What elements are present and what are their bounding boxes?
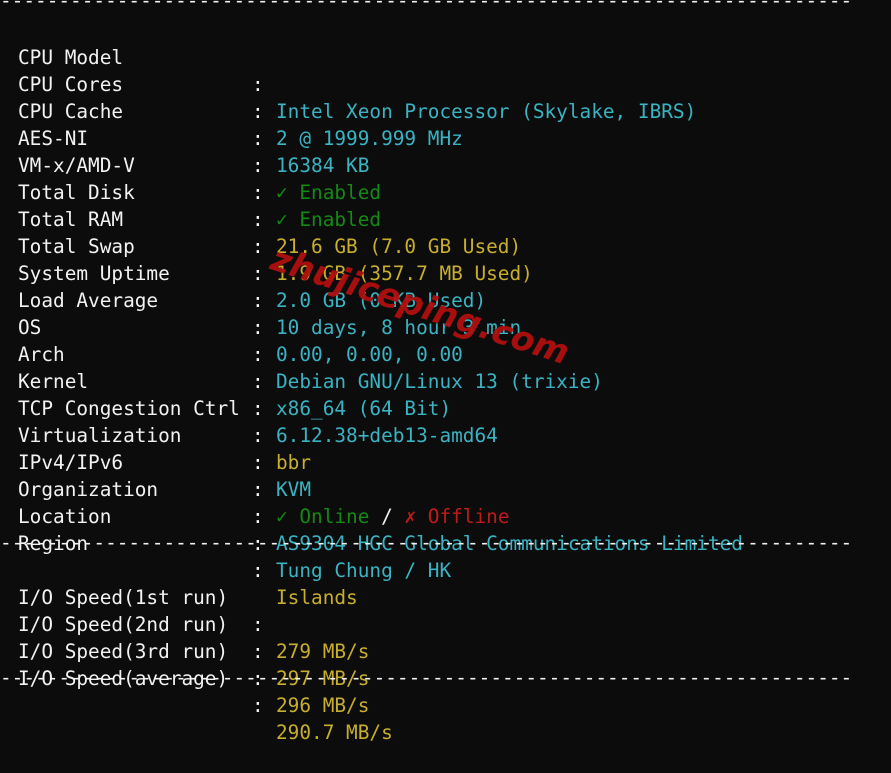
info-row-cpu-cache: CPU Cache : 16384 KB <box>6 71 369 177</box>
io-colon: : <box>252 640 264 663</box>
ipv6-offline-status: ✗ Offline <box>404 505 510 528</box>
separator-bottom: ----------------------------------------… <box>0 668 850 688</box>
terminal-window[interactable]: ----------------------------------------… <box>0 0 891 744</box>
status-divider: / <box>369 505 405 528</box>
info-colon: : <box>252 208 264 231</box>
info-colon: : <box>252 289 264 312</box>
io-row-average: I/O Speed(average) : 290.7 MB/s <box>6 638 393 744</box>
info-value-network: ✓ Online / ✗ Offline <box>276 503 510 530</box>
info-value-enabled: ✓ Enabled <box>276 181 382 204</box>
info-row-total-ram: Total RAM : 1.9 GB (357.7 MB Used) <box>6 179 533 285</box>
io-row-3rd: I/O Speed(3rd run) : 296 MB/s <box>6 611 369 717</box>
info-row-total-disk: Total Disk : 21.6 GB (7.0 GB Used) <box>6 152 521 258</box>
info-colon: : <box>252 370 264 393</box>
info-colon: : <box>252 451 264 474</box>
info-row-organization: Organization : AS9304 HGC Global Communi… <box>6 449 743 555</box>
info-value: KVM <box>276 478 312 501</box>
info-row-region: Region : Islands <box>6 503 358 609</box>
info-colon: : <box>252 559 264 582</box>
info-row-aes-ni: AES-NI : ✓ Enabled <box>6 98 381 204</box>
io-row-2nd: I/O Speed(2nd run) : 297 MB/s <box>6 584 369 690</box>
info-colon: : <box>252 262 264 285</box>
info-colon: : <box>252 127 264 150</box>
info-row-load-average: Load Average : 0.00, 0.00, 0.00 <box>6 260 463 366</box>
info-value: 0.00, 0.00, 0.00 <box>276 343 463 366</box>
io-value: 279 MB/s <box>276 640 370 663</box>
info-row-arch: Arch : x86_64 (64 Bit) <box>6 314 451 420</box>
info-colon: : <box>252 478 264 501</box>
info-value: bbr <box>276 451 312 474</box>
info-value: Islands <box>276 586 358 609</box>
info-colon: : <box>252 316 264 339</box>
info-row-ipv4-ipv6: IPv4/IPv6 : ✓ Online / ✗ Offline <box>6 422 510 528</box>
info-colon: : <box>252 397 264 420</box>
info-value: Tung Chung / HK <box>276 559 452 582</box>
info-colon: : <box>252 343 264 366</box>
info-value: 2.0 GB (0 KB Used) <box>276 289 487 312</box>
info-colon: : <box>252 424 264 447</box>
info-row-location: Location : Tung Chung / HK <box>6 476 451 582</box>
info-colon: : <box>252 235 264 258</box>
io-row-1st: I/O Speed(1st run) : 279 MB/s <box>6 557 369 663</box>
separator-top: ----------------------------------------… <box>0 0 850 11</box>
separator-middle: ----------------------------------------… <box>0 533 850 553</box>
info-colon: : <box>252 181 264 204</box>
info-row-kernel: Kernel : 6.12.38+deb13-amd64 <box>6 341 498 447</box>
info-value: Intel Xeon Processor (Skylake, IBRS) <box>276 100 697 123</box>
ipv4-online-status: ✓ Online <box>276 505 370 528</box>
info-row-vmx: VM-x/AMD-V : ✓ Enabled <box>6 125 381 231</box>
info-row-os: OS : Debian GNU/Linux 13 (trixie) <box>6 287 603 393</box>
info-value: 21.6 GB (7.0 GB Used) <box>276 235 522 258</box>
info-row-cpu-cores: CPU Cores : 2 @ 1999.999 MHz <box>6 44 463 150</box>
info-value: 2 @ 1999.999 MHz <box>276 127 463 150</box>
io-value: 296 MB/s <box>276 694 370 717</box>
info-colon: : <box>252 154 264 177</box>
info-value: 6.12.38+deb13-amd64 <box>276 424 498 447</box>
info-value: 16384 KB <box>276 154 370 177</box>
io-value: 290.7 MB/s <box>276 721 393 744</box>
info-value: 1.9 GB (357.7 MB Used) <box>276 262 533 285</box>
info-colon: : <box>252 73 264 96</box>
info-value: Debian GNU/Linux 13 (trixie) <box>276 370 603 393</box>
info-row-tcp-congestion: TCP Congestion Ctrl : bbr <box>6 368 311 474</box>
info-row-uptime: System Uptime : 10 days, 8 hour 3 min <box>6 233 521 339</box>
info-colon: : <box>252 100 264 123</box>
info-value: 10 days, 8 hour 3 min <box>276 316 522 339</box>
io-colon: : <box>252 613 264 636</box>
info-value: x86_64 (64 Bit) <box>276 397 452 420</box>
info-colon: : <box>252 505 264 528</box>
info-row-virtualization: Virtualization : KVM <box>6 395 311 501</box>
info-row-total-swap: Total Swap : 2.0 GB (0 KB Used) <box>6 206 486 312</box>
info-value-enabled: ✓ Enabled <box>276 208 382 231</box>
info-row-cpu-model: CPU Model : Intel Xeon Processor (Skylak… <box>6 17 696 123</box>
io-colon: : <box>252 694 264 717</box>
